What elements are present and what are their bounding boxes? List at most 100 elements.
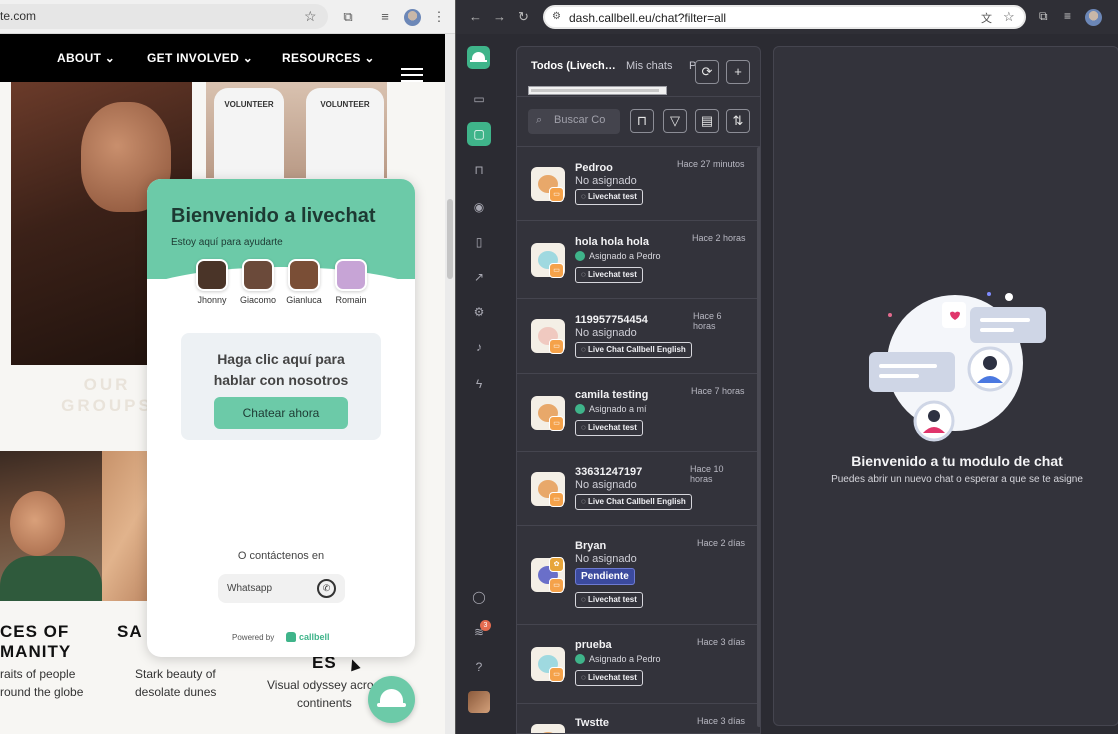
tabs-scrollbar[interactable] (528, 86, 667, 95)
agent-name: Gianluca (286, 295, 322, 305)
help-icon[interactable]: ? (469, 657, 489, 677)
widget-title: Bienvenido a livechat (171, 205, 376, 227)
agent-romain: Romain (325, 259, 377, 305)
chat-name: camila testing (575, 389, 649, 401)
contact-avatar (531, 724, 565, 733)
caption-text-1a: raits of people (0, 667, 76, 681)
assignee-avatar (575, 404, 585, 414)
inbox-filter-button[interactable]: ⊓ (630, 109, 654, 133)
chat-name: Pedroo (575, 162, 613, 174)
section-title: OUR GROUPS (61, 375, 153, 415)
nav-about[interactable]: ABOUT ⌄ (57, 51, 115, 65)
livechat-channel-icon: ▭ (549, 416, 564, 431)
media-controls-icon[interactable]: ≡ (1064, 9, 1071, 23)
forward-icon[interactable]: → (493, 9, 506, 24)
chat-name: 33631247197 (575, 466, 643, 478)
profile-avatar[interactable] (404, 9, 421, 26)
right-address-bar[interactable]: ⚙ dash.callbell.eu/chat?filter=all 文 ☆ (543, 5, 1026, 29)
chat-time: Hace 10 horas (690, 464, 724, 484)
livechat-launcher-bell-icon[interactable] (368, 676, 415, 723)
tab-all-livechat[interactable]: Todos (Livech… (531, 60, 616, 72)
callbell-logo-icon[interactable] (467, 46, 490, 69)
powered-by-label: Powered by (232, 633, 275, 642)
reload-icon[interactable]: ↻ (518, 9, 529, 25)
chat-row[interactable]: ▭ hola hola hola Asignado a Pedro ◌ Live… (517, 221, 760, 299)
new-chat-button[interactable]: + (726, 60, 750, 84)
bookmark-star-icon[interactable]: ☆ (1003, 9, 1015, 25)
chat-name: Twstte (575, 717, 610, 729)
chat-row[interactable]: ▭ prueba Asignado a Pedro ◌ Livechat tes… (517, 625, 760, 704)
chat-row[interactable]: ✿ ▭ Bryan No asignado Pendiente ◌ Livech… (517, 526, 760, 625)
chat-row[interactable]: ▭ 33631247197 No asignado ◌ Live Chat Ca… (517, 452, 760, 526)
chat-icon[interactable]: ▢ (467, 122, 491, 146)
chat-name: prueba (575, 639, 612, 651)
assignee-avatar (575, 654, 585, 664)
agent-avatar (288, 259, 320, 291)
callbell-logo-icon (286, 632, 296, 642)
hamburger-menu-icon[interactable] (401, 68, 423, 82)
callbell-brand[interactable]: callbell (299, 632, 330, 642)
site-settings-icon[interactable]: ⚙ (552, 11, 561, 22)
nav-get-involved[interactable]: GET INVOLVED ⌄ (147, 51, 253, 65)
chat-assignee: Asignado a Pedro (575, 654, 661, 664)
whatsapp-button[interactable]: Whatsapp ✆ (218, 574, 345, 603)
extensions-icon[interactable]: ⧉ (340, 9, 356, 25)
contacts-book-icon[interactable]: ▯ (469, 232, 489, 252)
agent-giacomo: Giacomo (232, 259, 284, 305)
livechat-channel-icon: ▭ (549, 578, 564, 593)
bookmark-star-icon[interactable]: ☆ (304, 8, 317, 25)
chat-row[interactable]: Twstte Hace 3 días (517, 704, 760, 733)
extensions-icon[interactable]: ⧉ (1039, 9, 1048, 24)
chatear-ahora-button[interactable]: Chatear ahora (214, 397, 348, 429)
chat-time: Hace 2 horas (692, 233, 746, 243)
monitor-icon[interactable]: ▭ (469, 89, 489, 109)
whatsapp-icon: ✆ (317, 579, 336, 598)
whatsapp-icon[interactable]: ◯ (469, 587, 489, 607)
refresh-button[interactable]: ⟳ (695, 60, 719, 84)
back-icon[interactable]: ← (469, 9, 482, 24)
chat-assignee: Asignado a Pedro (575, 251, 661, 261)
agent-name: Romain (335, 295, 367, 305)
caption-text-3b: continents (297, 696, 352, 710)
analytics-icon[interactable]: ↗ (469, 267, 489, 287)
chat-list-scrollbar[interactable] (757, 147, 760, 727)
page-scrollbar[interactable] (445, 34, 455, 734)
livechat-channel-icon: ▭ (549, 187, 564, 202)
right-browser-toolbar: ← → ↻ ⚙ dash.callbell.eu/chat?filter=all… (456, 0, 1118, 34)
livechat-channel-icon: ▭ (549, 263, 564, 278)
caption-text-2b: desolate dunes (135, 685, 217, 699)
empty-state-title: Bienvenido a tu modulo de chat (851, 453, 1063, 469)
inbox-icon[interactable]: ⊓ (469, 160, 489, 180)
start-chat-card: Haga clic aquí para hablar con nosotros C… (181, 333, 381, 440)
media-controls-icon[interactable]: ≡ (377, 9, 393, 25)
left-address-bar[interactable]: te.com ☆ (0, 4, 328, 29)
notifications-bell-icon[interactable]: ♪ (469, 337, 489, 357)
channel-tag: ◌ Livechat test (575, 670, 643, 686)
chat-time: Hace 27 minutos (677, 159, 745, 169)
left-browser-window: te.com ☆ ⧉ ≡ ⋮ ABOUT ⌄ GET INVOLVED ⌄ RE… (0, 0, 455, 734)
tab-my-chats[interactable]: Mis chats (626, 60, 672, 72)
translate-icon[interactable]: 文 (981, 10, 992, 26)
more-menu-icon[interactable]: ⋮ (431, 9, 447, 25)
filter-button[interactable]: ▽ (663, 109, 687, 133)
user-avatar[interactable] (468, 691, 490, 713)
chat-status: No asignado (575, 327, 637, 339)
chat-row[interactable]: ▭ Pedroo No asignado ◌ Livechat test Hac… (517, 147, 760, 221)
broadcast-icon[interactable]: ◉ (469, 197, 489, 217)
channel-tag: ◌ Live Chat Callbell English (575, 494, 692, 510)
nav-resources[interactable]: RESOURCES ⌄ (282, 51, 375, 65)
automation-bolt-icon[interactable]: ϟ (469, 374, 489, 394)
screen: te.com ☆ ⧉ ≡ ⋮ ABOUT ⌄ GET INVOLVED ⌄ RE… (0, 0, 1118, 734)
assignee-avatar (575, 251, 585, 261)
chat-row[interactable]: ▭ 119957754454 No asignado ◌ Live Chat C… (517, 299, 760, 374)
sort-button[interactable]: ⇅ (726, 109, 750, 133)
kanban-view-button[interactable]: ▤ (695, 109, 719, 133)
chat-row[interactable]: ▭ camila testing Asignado a mí ◌ Livecha… (517, 374, 760, 452)
search-input[interactable] (554, 114, 614, 126)
sunflower-icon: ✿ (549, 557, 564, 572)
search-field[interactable]: ⌕ (528, 109, 620, 134)
whatsapp-label: Whatsapp (227, 583, 273, 594)
settings-gear-icon[interactable]: ⚙ (469, 302, 489, 322)
profile-avatar[interactable] (1085, 9, 1102, 26)
livechat-channel-icon: ▭ (549, 492, 564, 507)
